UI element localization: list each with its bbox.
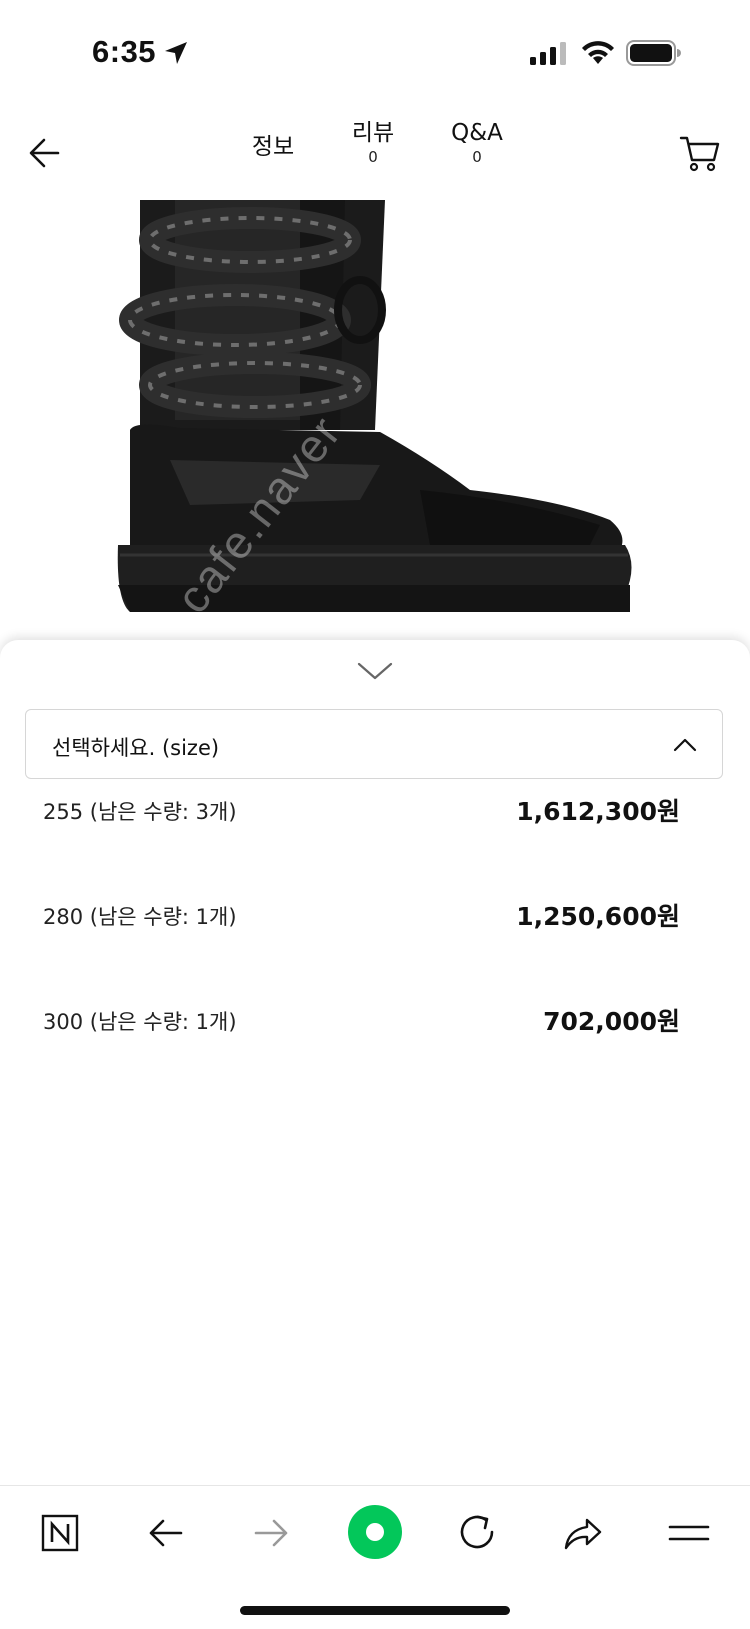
top-navigation: 정보 리뷰 0 Q&A 0 — [0, 110, 750, 200]
tab-review-count: 0 — [368, 148, 378, 166]
green-dot-icon[interactable] — [345, 1502, 405, 1562]
tab-info-label: 정보 — [251, 134, 295, 160]
cellular-signal-icon — [530, 42, 566, 65]
wifi-icon — [582, 41, 614, 64]
tab-qa-count: 0 — [472, 148, 482, 166]
home-indicator — [240, 1606, 510, 1615]
tab-qa-label: Q&A — [451, 120, 503, 146]
size-option-280[interactable]: 280 (남은 수량: 1개) 1,250,600원 — [25, 877, 723, 957]
size-select-placeholder: 선택하세요. (size) — [52, 736, 220, 760]
naver-n-icon[interactable] — [35, 1508, 85, 1558]
product-image: cafe.naver — [0, 200, 750, 640]
option-price: 702,000원 — [543, 1007, 680, 1036]
size-option-300[interactable]: 300 (남은 수량: 1개) 702,000원 — [25, 982, 723, 1062]
arrow-left-icon[interactable] — [22, 128, 72, 178]
size-option-255[interactable]: 255 (남은 수량: 3개) 1,612,300원 — [25, 772, 723, 852]
location-arrow-icon — [165, 42, 187, 64]
option-bottom-sheet: 선택하세요. (size) 255 (남은 수량: 3개) 1,612,300원… — [0, 640, 750, 1485]
share-icon[interactable] — [558, 1508, 608, 1558]
size-select[interactable]: 선택하세요. (size) — [25, 709, 723, 779]
menu-icon[interactable] — [664, 1508, 714, 1558]
tab-review[interactable]: 리뷰 0 — [338, 118, 408, 166]
tab-review-label: 리뷰 — [351, 120, 395, 146]
boot-image — [117, 200, 632, 612]
status-time: 6:35 — [92, 34, 157, 69]
option-label: 280 (남은 수량: 1개) — [43, 905, 237, 929]
browser-toolbar — [0, 1485, 750, 1585]
option-label: 300 (남은 수량: 1개) — [43, 1010, 237, 1034]
option-price: 1,250,600원 — [516, 902, 680, 931]
battery-icon — [626, 40, 681, 66]
forward-arrow-icon[interactable] — [246, 1508, 296, 1558]
back-arrow-icon[interactable] — [141, 1508, 191, 1558]
refresh-icon[interactable] — [452, 1508, 502, 1558]
tab-info[interactable]: 정보 — [240, 132, 306, 162]
cart-icon[interactable] — [678, 130, 722, 174]
chevron-down-icon[interactable] — [355, 658, 395, 684]
option-label: 255 (남은 수량: 3개) — [43, 800, 237, 824]
tab-qa[interactable]: Q&A 0 — [440, 118, 514, 166]
option-price: 1,612,300원 — [516, 797, 680, 826]
chevron-up-icon — [673, 738, 697, 752]
status-bar: 6:35 — [0, 0, 750, 100]
